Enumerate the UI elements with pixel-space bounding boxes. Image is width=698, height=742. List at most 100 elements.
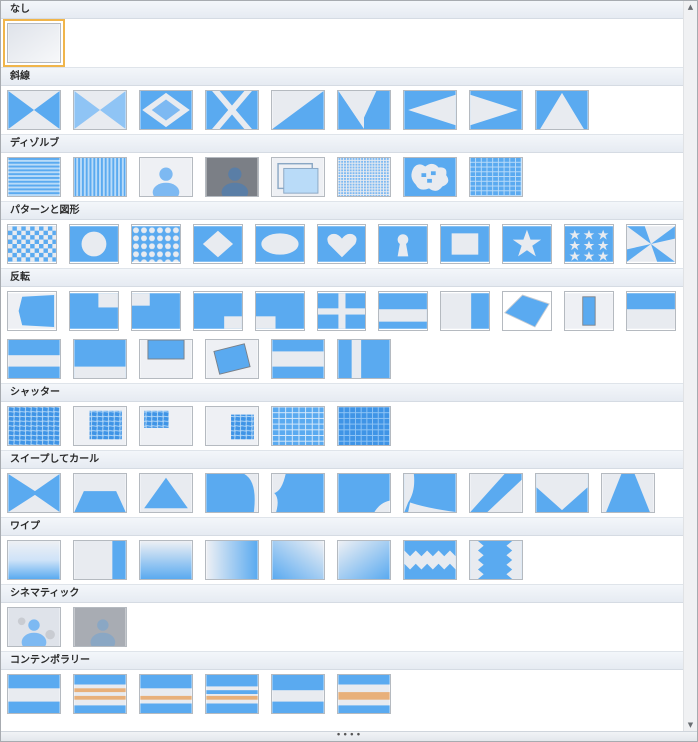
transition-flip-17[interactable] [337,339,391,379]
transition-diagonal-9[interactable] [535,90,589,130]
tile-row [1,335,684,383]
section-header: シネマティック [1,584,684,603]
transition-pattern-circle[interactable] [68,224,119,264]
vertical-scrollbar[interactable]: ▲ ▼ [683,1,697,732]
transition-dissolve-4[interactable] [205,157,259,197]
transition-diagonal-8[interactable] [469,90,523,130]
transition-shutter-5[interactable] [271,406,325,446]
transition-gallery: なし 斜線 ディゾルブ パターンと図形 反転 シャッター スイープしてカール ワ… [0,0,698,742]
tile-row [1,670,684,718]
transition-shutter-1[interactable] [7,406,61,446]
section-sweep-curl: スイープしてカール [1,450,684,517]
transition-pattern-dots[interactable] [130,224,181,264]
tile-row [1,536,684,584]
section-contemporary: コンテンポラリー [1,651,684,718]
transition-flip-4[interactable] [192,291,243,331]
transition-diagonal-4[interactable] [205,90,259,130]
resize-grip[interactable]: ∙∙∙∙ [1,731,697,741]
transition-wipe-4[interactable] [205,540,259,580]
transition-flip-14[interactable] [139,339,193,379]
transition-flip-10[interactable] [564,291,615,331]
transition-pattern-box[interactable] [440,224,491,264]
transition-pattern-heart[interactable] [316,224,367,264]
section-header: ディゾルブ [1,134,684,153]
transition-flip-8[interactable] [440,291,491,331]
transition-none[interactable] [3,19,65,67]
transition-pattern-star[interactable] [502,224,553,264]
transition-wipe-6[interactable] [337,540,391,580]
transition-diagonal-5[interactable] [271,90,325,130]
transition-sweep-10[interactable] [601,473,655,513]
transition-wipe-5[interactable] [271,540,325,580]
transition-dissolve-6[interactable] [337,157,391,197]
transition-dissolve-2[interactable] [73,157,127,197]
transition-flip-3[interactable] [130,291,181,331]
section-header: スイープしてカール [1,450,684,469]
transition-sweep-2[interactable] [73,473,127,513]
transition-flip-7[interactable] [378,291,429,331]
transition-diagonal-7[interactable] [403,90,457,130]
transition-flip-15[interactable] [205,339,259,379]
transition-sweep-9[interactable] [535,473,589,513]
transition-flip-11[interactable] [626,291,676,331]
transition-dissolve-1[interactable] [7,157,61,197]
transition-sweep-8[interactable] [469,473,523,513]
transition-dissolve-7[interactable] [403,157,457,197]
section-header: 反転 [1,268,684,287]
transition-contemporary-5[interactable] [271,674,325,714]
transition-pattern-keyhole[interactable] [378,224,429,264]
section-cinematic: シネマティック [1,584,684,651]
section-diagonal: 斜線 [1,67,684,134]
transition-wipe-8[interactable] [469,540,523,580]
transition-flip-6[interactable] [316,291,367,331]
transition-shutter-2[interactable] [73,406,127,446]
transition-wipe-7[interactable] [403,540,457,580]
transition-cinematic-1[interactable] [7,607,61,647]
transition-sweep-7[interactable] [403,473,457,513]
tile-row [1,469,684,517]
transition-sweep-3[interactable] [139,473,193,513]
transition-wipe-3[interactable] [139,540,193,580]
tile-row [1,86,684,134]
tile-row [1,220,684,268]
transition-flip-13[interactable] [73,339,127,379]
transition-sweep-5[interactable] [271,473,325,513]
transition-diagonal-3[interactable] [139,90,193,130]
transition-wipe-2[interactable] [73,540,127,580]
transition-diagonal-2[interactable] [73,90,127,130]
transition-flip-9[interactable] [502,291,553,331]
transition-shutter-4[interactable] [205,406,259,446]
transition-pattern-checker[interactable] [7,224,57,264]
transition-cinematic-2[interactable] [73,607,127,647]
transition-dissolve-5[interactable] [271,157,325,197]
transition-shutter-3[interactable] [139,406,193,446]
transition-flip-2[interactable] [68,291,119,331]
transition-wipe-1[interactable] [7,540,61,580]
section-dissolve: ディゾルブ [1,134,684,201]
transition-contemporary-4[interactable] [205,674,259,714]
scroll-up-arrow-icon[interactable]: ▲ [684,1,697,14]
section-shutter: シャッター [1,383,684,450]
transition-contemporary-2[interactable] [73,674,127,714]
transition-sweep-6[interactable] [337,473,391,513]
transition-pattern-stars[interactable] [564,224,615,264]
transition-contemporary-6[interactable] [337,674,391,714]
transition-flip-12[interactable] [7,339,61,379]
section-header: パターンと図形 [1,201,684,220]
transition-flip-16[interactable] [271,339,325,379]
transition-sweep-4[interactable] [205,473,259,513]
transition-contemporary-3[interactable] [139,674,193,714]
transition-shutter-6[interactable] [337,406,391,446]
section-header: 斜線 [1,67,684,86]
transition-pattern-oval[interactable] [254,224,305,264]
transition-pattern-diamond[interactable] [192,224,243,264]
transition-flip-5[interactable] [254,291,305,331]
transition-sweep-1[interactable] [7,473,61,513]
transition-contemporary-1[interactable] [7,674,61,714]
transition-pattern-wheel[interactable] [626,224,676,264]
transition-dissolve-8[interactable] [469,157,523,197]
transition-diagonal-1[interactable] [7,90,61,130]
transition-dissolve-3[interactable] [139,157,193,197]
transition-diagonal-6[interactable] [337,90,391,130]
transition-flip-1[interactable] [7,291,57,331]
